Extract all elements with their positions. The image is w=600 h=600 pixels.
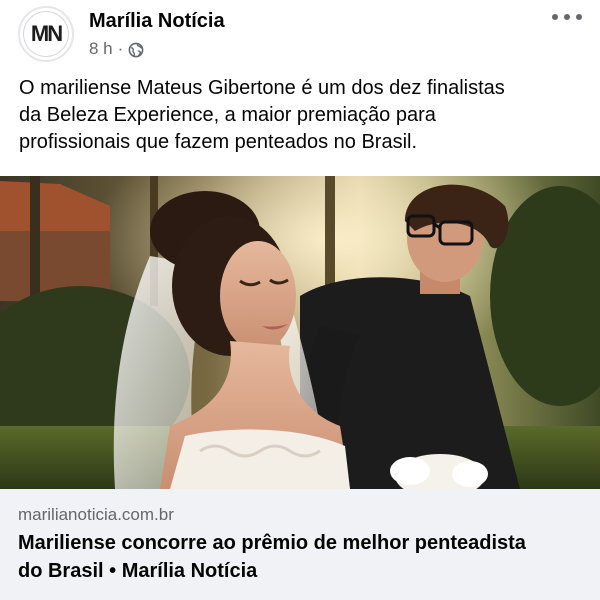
globe-icon[interactable] [128,42,144,58]
link-domain: marilianoticia.com.br [18,505,174,524]
more-dot [564,14,570,20]
post-text-line: profissionais que fazem penteados no Bra… [19,131,418,153]
page-avatar[interactable]: MN [18,6,74,62]
facebook-post: MN Marília Notícia 8 h · O mariliense Ma… [0,0,600,600]
link-preview-card[interactable]: marilianoticia.com.br Mariliense concorr… [0,489,600,600]
post-header: MN Marília Notícia 8 h · [0,0,600,70]
link-title-line: do Brasil • Marília Notícia [18,560,258,582]
meta-separator: · [117,39,124,58]
more-options-icon[interactable] [552,10,582,24]
page-name-link[interactable]: Marília Notícia [89,10,225,33]
post-text-line: O mariliense Mateus Gibertone é um dos d… [19,77,505,99]
wedding-photo [0,176,600,489]
avatar-logo: MN [23,11,69,57]
post-text: O mariliense Mateus Gibertone é um dos d… [19,75,584,156]
more-dot [576,14,582,20]
post-meta: 8 h · [89,39,144,59]
link-title-line: Mariliense concorre ao prêmio de melhor … [18,532,526,554]
post-text-line: da Beleza Experience, a maior premiação … [19,104,436,126]
link-title[interactable]: Mariliense concorre ao prêmio de melhor … [18,529,588,585]
more-dot [552,14,558,20]
link-preview-image[interactable] [0,176,600,489]
post-timestamp[interactable]: 8 h [89,39,113,59]
